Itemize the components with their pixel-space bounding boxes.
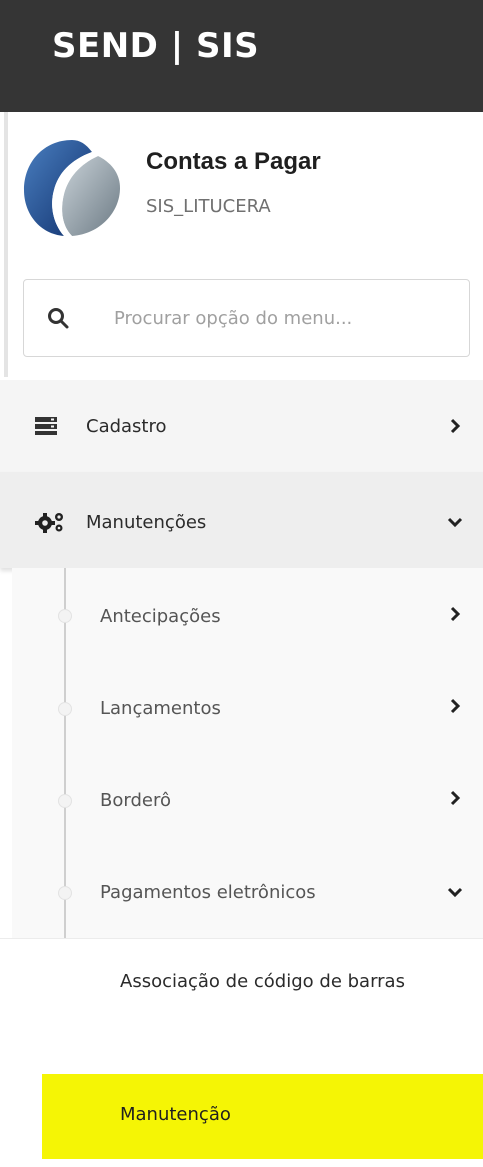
server-stack-icon: [35, 417, 57, 435]
menu-item-cadastro[interactable]: Cadastro: [0, 380, 483, 472]
submenu-item-pagamentos-eletronicos[interactable]: Pagamentos eletrônicos: [12, 844, 483, 936]
gears-icon: [35, 513, 63, 533]
chevron-down-icon: [447, 517, 463, 528]
app-title: Contas a Pagar: [146, 148, 321, 175]
menu-item-label: Cadastro: [86, 416, 167, 437]
submenu-item-bordero[interactable]: Borderô: [12, 752, 483, 844]
submenu-item-label: Borderô: [100, 790, 171, 811]
chevron-right-icon: [450, 790, 461, 806]
chevron-right-icon: [450, 606, 461, 622]
menu-item-manutencoes[interactable]: Manutenções: [0, 472, 483, 568]
leaf-item-manutencao-active[interactable]: Manutenção: [42, 1074, 483, 1159]
app-profile: Contas a Pagar SIS_LITUCERA: [22, 138, 462, 238]
chevron-down-icon: [447, 887, 463, 898]
search-input[interactable]: [112, 300, 452, 336]
search-icon: [48, 308, 69, 329]
leaf-item-label: Manutenção: [120, 1104, 231, 1125]
chevron-right-icon: [450, 698, 461, 714]
search-box[interactable]: [23, 279, 470, 357]
submenu-item-lancamentos[interactable]: Lançamentos: [12, 660, 483, 752]
submenu-item-label: Lançamentos: [100, 698, 221, 719]
chevron-right-icon: [450, 418, 461, 434]
app-subtitle: SIS_LITUCERA: [146, 196, 271, 217]
submenu-item-label: Antecipações: [100, 606, 221, 627]
sidebar-left-rule: [4, 112, 8, 377]
top-bar: SEND | SIS: [0, 0, 483, 112]
company-logo-icon: [24, 140, 120, 236]
submenu-item-antecipacoes[interactable]: Antecipações: [12, 568, 483, 660]
submenu-item-label: Pagamentos eletrônicos: [100, 882, 316, 903]
brand-title[interactable]: SEND | SIS: [52, 26, 259, 66]
menu-item-label: Manutenções: [86, 512, 207, 533]
leaf-item-associacao-codigo-barras[interactable]: Associação de código de barras: [120, 962, 450, 1002]
